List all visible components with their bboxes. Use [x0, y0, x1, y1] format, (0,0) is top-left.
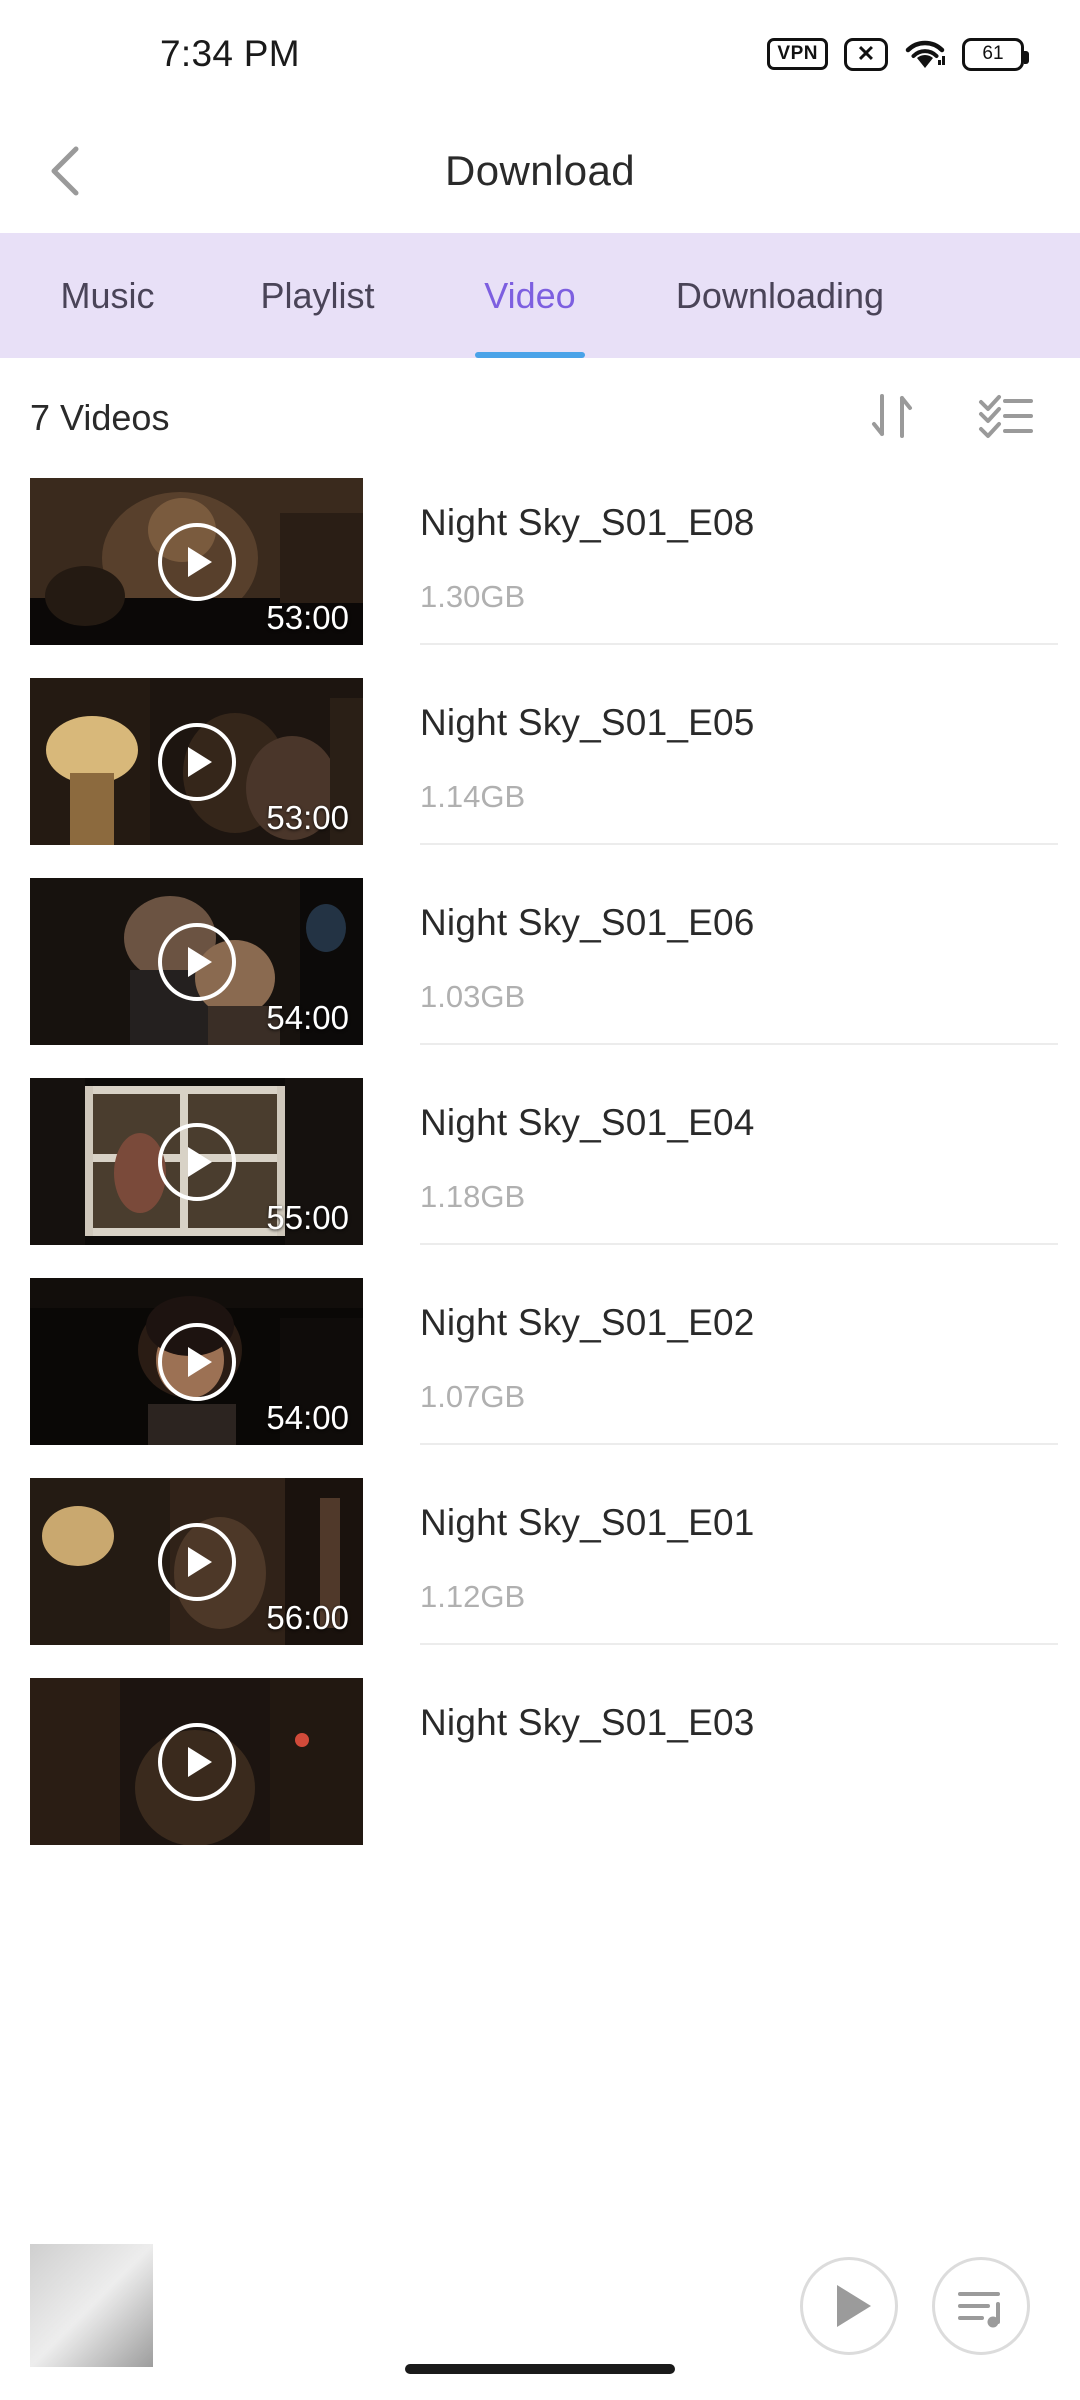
multi-select-button[interactable]	[978, 390, 1034, 447]
video-title: Night Sky_S01_E08	[420, 502, 755, 543]
back-button[interactable]	[36, 141, 96, 201]
tab-video-label: Video	[484, 274, 576, 316]
wifi-icon	[904, 38, 946, 71]
tab-downloading[interactable]: Downloading	[635, 233, 925, 358]
video-duration: 53:00	[266, 599, 349, 636]
list-header: 7 Videos	[0, 358, 1080, 478]
play-overlay-icon[interactable]	[157, 522, 236, 601]
battery-icon: 61	[962, 37, 1029, 71]
video-duration: 54:00	[266, 1399, 349, 1436]
video-duration: 55:00	[266, 1199, 349, 1236]
play-overlay-icon[interactable]	[157, 722, 236, 801]
video-meta: Night Sky_S01_E06 1.03GB	[420, 878, 1080, 1045]
video-title: Night Sky_S01_E06	[420, 902, 755, 943]
video-count-label: 7 Videos	[30, 397, 170, 438]
list-item[interactable]: 56:00 Night Sky_S01_E01 1.12GB	[0, 1478, 1080, 1645]
chevron-left-icon	[51, 146, 79, 195]
tab-playlist-label: Playlist	[260, 274, 375, 316]
video-title: Night Sky_S01_E03	[420, 1702, 755, 1743]
video-meta: Night Sky_S01_E05 1.14GB	[420, 678, 1080, 845]
play-overlay-icon[interactable]	[157, 1122, 236, 1201]
app-bar: Download	[0, 108, 1080, 233]
play-overlay-icon[interactable]	[157, 1322, 236, 1401]
video-thumbnail[interactable]: 54:00	[30, 878, 363, 1045]
sort-arrows-icon	[872, 393, 912, 438]
video-duration: 54:00	[266, 999, 349, 1036]
video-thumbnail[interactable]: 53:00	[30, 478, 363, 645]
video-thumbnail[interactable]: 53:00	[30, 678, 363, 845]
tab-active-indicator	[475, 352, 585, 358]
row-divider	[420, 1243, 1058, 1245]
playlist-queue-icon	[958, 2291, 1000, 2327]
video-size: 1.18GB	[420, 1179, 526, 1214]
tab-bar: Music Playlist Video Downloading	[0, 233, 1080, 358]
tab-downloading-label: Downloading	[675, 274, 885, 316]
vpn-icon: VPN	[767, 38, 828, 70]
video-thumbnail[interactable]: 55:00	[30, 1078, 363, 1245]
video-thumbnail[interactable]: 54:00	[30, 1278, 363, 1445]
video-meta: Night Sky_S01_E02 1.07GB	[420, 1278, 1080, 1445]
list-header-actions	[866, 390, 1034, 447]
video-title: Night Sky_S01_E05	[420, 702, 755, 743]
video-size: 1.03GB	[420, 979, 526, 1014]
video-title: Night Sky_S01_E04	[420, 1102, 755, 1143]
video-size: 1.12GB	[420, 1579, 526, 1614]
tab-music[interactable]: Music	[15, 233, 200, 358]
home-indicator	[405, 2364, 675, 2374]
battery-level: 61	[982, 43, 1004, 64]
player-queue-button[interactable]	[932, 2256, 1030, 2355]
tab-music-label: Music	[60, 274, 155, 316]
video-list: 53:00 Night Sky_S01_E08 1.30GB 53:00 Nig…	[0, 478, 1080, 1845]
list-item[interactable]: 54:00 Night Sky_S01_E06 1.03GB	[0, 878, 1080, 1045]
multi-select-icon	[979, 394, 1033, 438]
row-divider	[420, 1043, 1058, 1045]
list-item[interactable]: Night Sky_S01_E03	[0, 1678, 1080, 1845]
list-item[interactable]: 55:00 Night Sky_S01_E04 1.18GB	[0, 1078, 1080, 1245]
row-divider	[420, 843, 1058, 845]
sort-button[interactable]	[866, 390, 918, 447]
play-overlay-icon[interactable]	[157, 1722, 236, 1801]
video-thumbnail[interactable]	[30, 1678, 363, 1845]
play-icon	[837, 2284, 871, 2327]
status-bar: 7:34 PM VPN ✕ 61	[0, 0, 1080, 108]
mini-player-bar[interactable]	[0, 2227, 1080, 2400]
now-playing-artwork[interactable]	[30, 2244, 153, 2367]
page-title: Download	[445, 146, 635, 194]
list-item[interactable]: 54:00 Night Sky_S01_E02 1.07GB	[0, 1278, 1080, 1445]
tab-playlist[interactable]: Playlist	[210, 233, 425, 358]
video-duration: 53:00	[266, 799, 349, 836]
video-title: Night Sky_S01_E02	[420, 1302, 755, 1343]
row-divider	[420, 1643, 1058, 1645]
no-sim-icon: ✕	[844, 37, 888, 71]
row-divider	[420, 643, 1058, 645]
play-overlay-icon[interactable]	[157, 1522, 236, 1601]
video-size: 1.30GB	[420, 579, 526, 614]
video-size: 1.14GB	[420, 779, 526, 814]
video-title: Night Sky_S01_E01	[420, 1502, 755, 1543]
player-play-button[interactable]	[800, 2256, 898, 2355]
tab-video[interactable]: Video	[435, 233, 625, 358]
video-meta: Night Sky_S01_E01 1.12GB	[420, 1478, 1080, 1645]
app-screen: 7:34 PM VPN ✕ 61 Download Music Playlist…	[0, 0, 1080, 2400]
list-item[interactable]: 53:00 Night Sky_S01_E08 1.30GB	[0, 478, 1080, 645]
video-thumbnail[interactable]: 56:00	[30, 1478, 363, 1645]
video-meta: Night Sky_S01_E03	[420, 1678, 1080, 1845]
video-duration: 56:00	[266, 1599, 349, 1636]
video-meta: Night Sky_S01_E04 1.18GB	[420, 1078, 1080, 1245]
row-divider	[420, 1443, 1058, 1445]
status-time: 7:34 PM	[160, 33, 300, 74]
video-meta: Night Sky_S01_E08 1.30GB	[420, 478, 1080, 645]
status-icons: VPN ✕ 61	[767, 37, 1029, 71]
play-overlay-icon[interactable]	[157, 922, 236, 1001]
video-size: 1.07GB	[420, 1379, 526, 1414]
list-item[interactable]: 53:00 Night Sky_S01_E05 1.14GB	[0, 678, 1080, 845]
